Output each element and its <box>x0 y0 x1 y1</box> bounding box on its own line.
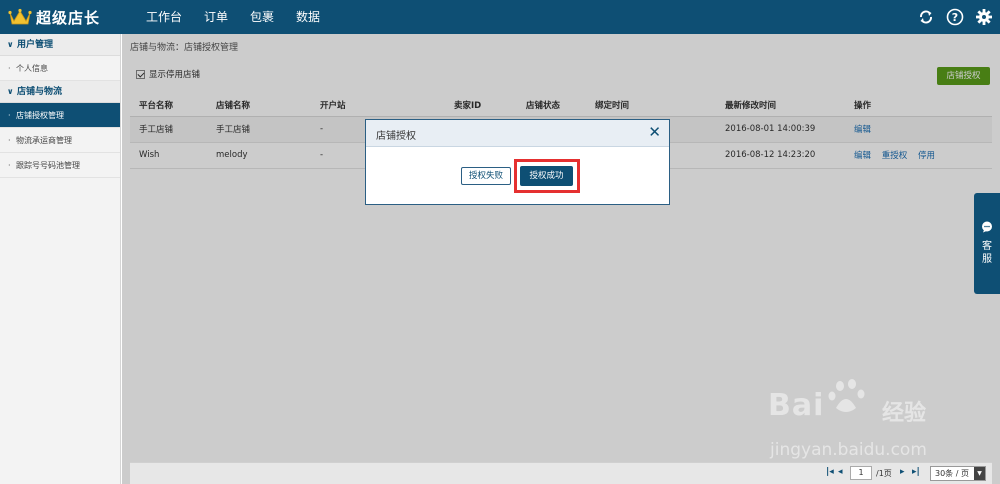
chevron-down-icon: ▼ <box>974 467 985 480</box>
close-icon[interactable]: ✕ <box>648 123 661 141</box>
svg-text:?: ? <box>952 11 958 24</box>
gear-icon[interactable] <box>974 7 994 27</box>
nav-data[interactable]: 数据 <box>285 0 331 34</box>
sidebar-group-user[interactable]: ∨ 用户管理 <box>0 34 120 56</box>
sidebar-item-label: 个人信息 <box>16 64 48 73</box>
paw-icon <box>828 379 865 412</box>
sidebar-group-label: 店铺与物流 <box>17 87 63 97</box>
sidebar-item-profile[interactable]: · 个人信息 <box>0 56 120 81</box>
sidebar-item-tracking-pool[interactable]: · 跟踪号号码池管理 <box>0 153 120 178</box>
bullet-icon: · <box>8 161 11 170</box>
first-page-icon[interactable]: |◂ <box>826 467 834 477</box>
bullet-icon: · <box>8 136 11 145</box>
baidu-watermark: Bai 经验 jingyan.baidu.com <box>762 378 962 468</box>
top-icons: ? <box>916 7 994 27</box>
page-size-value: 30条 / 页 <box>935 469 969 478</box>
crown-icon <box>8 8 32 25</box>
top-bar: 超级店长 工作台 订单 包裹 数据 ? <box>0 0 1000 34</box>
page-size-select[interactable]: 30条 / 页 ▼ <box>930 466 986 481</box>
help-icon[interactable]: ? <box>945 7 965 27</box>
app-logo[interactable]: 超级店长 <box>8 6 100 28</box>
sidebar-item-label: 店铺授权管理 <box>16 111 64 120</box>
sidebar-item-label: 跟踪号号码池管理 <box>16 161 80 170</box>
sidebar-item-store-authorization[interactable]: · 店铺授权管理 <box>0 103 120 128</box>
dialog-title: 店铺授权 <box>376 131 416 142</box>
app-name: 超级店长 <box>36 8 101 27</box>
customer-service-tab[interactable]: 客服 <box>974 193 1000 294</box>
sidebar-item-carriers[interactable]: · 物流承运商管理 <box>0 128 120 153</box>
refresh-icon[interactable] <box>916 7 936 27</box>
sidebar-group-label: 用户管理 <box>17 40 54 50</box>
store-authorization-dialog: 店铺授权 ✕ 授权失败 授权成功 <box>365 119 670 205</box>
top-nav: 工作台 订单 包裹 数据 <box>135 0 331 34</box>
authorization-failed-button[interactable]: 授权失败 <box>461 167 511 185</box>
page-number-input[interactable]: 1 <box>850 466 872 480</box>
customer-service-label: 客服 <box>982 241 992 265</box>
watermark-brand: Bai <box>768 388 825 423</box>
nav-packages[interactable]: 包裹 <box>239 0 285 34</box>
prev-page-icon[interactable]: ◂ <box>838 467 843 477</box>
watermark-url: jingyan.baidu.com <box>770 440 927 460</box>
page-total: /1页 <box>876 469 892 478</box>
watermark-brand-cn: 经验 <box>882 401 927 426</box>
sidebar-item-label: 物流承运商管理 <box>16 136 72 145</box>
bullet-icon: · <box>8 64 11 73</box>
sidebar: ∨ 用户管理 · 个人信息 ∨ 店铺与物流 · 店铺授权管理 · 物流承运商管理 · 跟踪号… <box>0 34 121 484</box>
chevron-down-icon: ∨ <box>7 40 14 49</box>
sidebar-group-store-logistics[interactable]: ∨ 店铺与物流 <box>0 81 120 103</box>
authorization-success-button[interactable]: 授权成功 <box>520 166 573 186</box>
next-page-icon[interactable]: ▸ <box>900 467 905 477</box>
chat-bubble-icon <box>982 221 992 233</box>
dialog-header: 店铺授权 ✕ <box>366 120 669 147</box>
last-page-icon[interactable]: ▸| <box>912 467 920 477</box>
chevron-down-icon: ∨ <box>7 87 14 96</box>
bullet-icon: · <box>8 111 11 120</box>
nav-orders[interactable]: 订单 <box>193 0 239 34</box>
nav-workbench[interactable]: 工作台 <box>135 0 193 34</box>
